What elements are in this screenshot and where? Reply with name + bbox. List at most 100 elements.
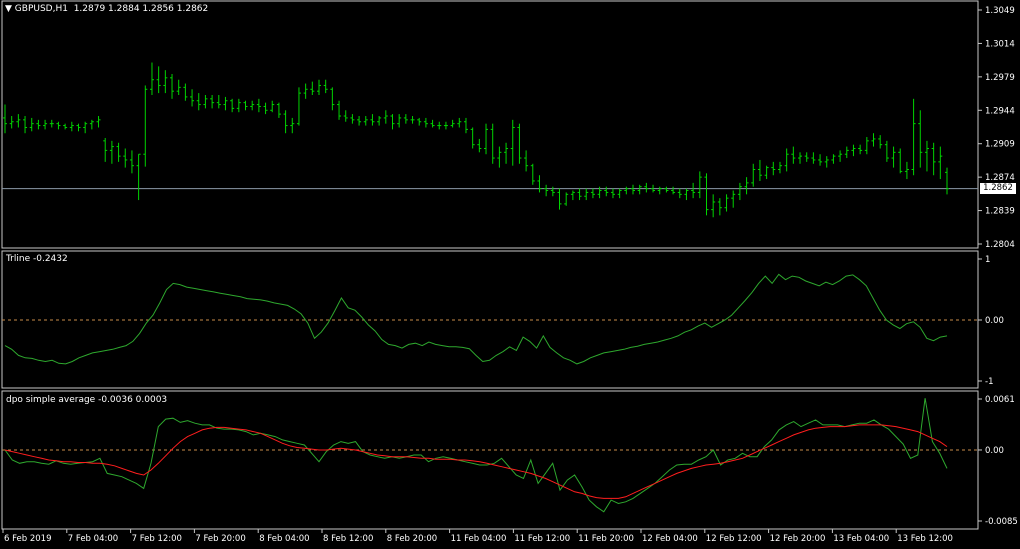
ohlc-bar	[236, 98, 241, 113]
ohlc-bar	[945, 167, 949, 195]
time-axis-label: 7 Feb 04:00	[68, 534, 118, 544]
ohlc-bar	[864, 137, 869, 155]
ohlc-bar	[470, 127, 475, 149]
ohlc-bar	[711, 194, 716, 218]
ohlc-bar	[544, 184, 549, 197]
ohlc-bar	[884, 140, 889, 162]
ohlc-bar	[577, 188, 582, 201]
ohlc-bar	[684, 188, 689, 201]
ohlc-bar	[724, 194, 729, 212]
symbol-header: ▼ GBPUSD,H1 1.2879 1.2884 1.2856 1.2862	[5, 4, 208, 14]
ohlc-bar	[831, 154, 836, 164]
ohlc-bar	[243, 100, 248, 111]
ohlc-bar	[383, 110, 388, 124]
ohlc-bar	[263, 102, 268, 115]
ohlc-bar	[924, 140, 929, 172]
ohlc-bar	[844, 146, 849, 159]
time-axis-label: 7 Feb 12:00	[132, 534, 182, 544]
ohlc-bar	[149, 62, 154, 96]
ohlc-bar	[103, 137, 108, 162]
ohlc-bar	[250, 100, 255, 111]
ohlc-bar	[363, 116, 368, 126]
panel-frame-1	[1, 0, 979, 249]
ohlc-bar	[938, 146, 943, 180]
ohlc-bar	[377, 116, 382, 126]
ohlc-bar	[537, 175, 542, 193]
ohlc-bar	[898, 148, 903, 174]
ohlc-bar	[63, 123, 68, 130]
ohlc-bar	[677, 188, 682, 199]
symbol-name: GBPUSD,H1	[14, 4, 68, 14]
ohlc-bar	[36, 119, 41, 130]
ohlc-bar	[270, 100, 275, 113]
ohlc-bar	[617, 188, 622, 199]
ohlc-bar	[423, 117, 428, 128]
ohlc-bar	[357, 116, 362, 126]
ohlc-bar	[390, 114, 395, 130]
ohlc-bar	[751, 163, 756, 187]
ohlc-bar	[310, 81, 315, 96]
ohlc-bar	[190, 89, 195, 107]
ohlc-bar	[296, 87, 301, 126]
ohlc-bar	[510, 119, 515, 166]
trline-indicator	[4, 273, 948, 365]
ohlc-bar	[457, 117, 462, 128]
ohlc-readout: 1.2879 1.2884 1.2856 1.2862	[73, 4, 209, 14]
ohlc-bar	[517, 123, 522, 164]
ohlc-bar	[230, 98, 235, 113]
ohlc-bar	[564, 192, 569, 206]
ohlc-bar	[764, 165, 769, 180]
trline-label: Trline -0.2432	[6, 254, 68, 264]
ohlc-bar	[183, 83, 188, 101]
mt4-chart[interactable]: 1.30491.30141.29791.29441.29091.28741.28…	[0, 0, 1020, 549]
ohlc-bar	[737, 182, 742, 201]
ohlc-bar	[704, 173, 709, 216]
ohlc-bar	[791, 146, 796, 164]
price-axis-label: 1.2874	[985, 173, 1015, 183]
trline-axis-label: 1	[985, 255, 990, 265]
trline-axis-label: -1	[985, 377, 993, 387]
ohlc-bar	[824, 156, 829, 168]
ohlc-bar	[437, 121, 442, 130]
time-axis-label: 13 Feb 04:00	[833, 534, 889, 544]
ohlc-bar	[196, 93, 201, 111]
ohlc-bar	[757, 159, 762, 181]
ohlc-bar	[430, 119, 435, 128]
time-axis-label: 12 Feb 12:00	[706, 534, 762, 544]
ohlc-bar	[504, 142, 509, 164]
ohlc-bar	[891, 146, 896, 168]
price-axis-label: 1.2804	[985, 240, 1015, 250]
ohlc-bar	[818, 154, 823, 166]
ohlc-bar	[83, 121, 88, 134]
ohlc-bar	[811, 152, 816, 164]
price-axis-label: 1.2944	[985, 106, 1015, 116]
time-axis-label: 6 Feb 2019	[4, 534, 52, 544]
ohlc-bar	[96, 116, 101, 128]
dpo-indicator	[4, 398, 948, 513]
ohlc-bar	[69, 121, 74, 132]
ohlc-bar	[403, 114, 408, 124]
ohlc-bar	[350, 114, 355, 124]
axis-labels: 1.30491.30141.29791.29441.29091.28741.28…	[2, 6, 1018, 544]
ohlc-bar	[744, 177, 749, 195]
ohlc-bar	[417, 117, 422, 126]
ohlc-bar	[397, 114, 402, 128]
ohlc-bar	[530, 163, 535, 185]
dpo-label: dpo simple average -0.0036 0.0003	[6, 395, 168, 405]
ohlc-bar	[143, 85, 148, 167]
ohlc-bar	[410, 116, 415, 124]
panel-frame-3	[1, 390, 979, 530]
price-axis-label: 1.2839	[985, 207, 1015, 217]
time-axis-label: 8 Feb 04:00	[259, 534, 309, 544]
ohlc-bar	[664, 186, 669, 193]
ohlc-bar	[524, 150, 529, 172]
time-axis-label: 7 Feb 20:00	[195, 534, 245, 544]
ohlc-bar	[871, 133, 876, 147]
ohlc-bar	[691, 182, 696, 199]
ohlc-bar	[303, 83, 308, 99]
ohlc-bar	[878, 135, 883, 149]
ohlc-bar	[129, 150, 134, 174]
ohlc-bar	[484, 123, 489, 155]
dropdown-triangle-icon[interactable]: ▼	[5, 4, 12, 14]
ohlc-bar	[671, 186, 676, 195]
